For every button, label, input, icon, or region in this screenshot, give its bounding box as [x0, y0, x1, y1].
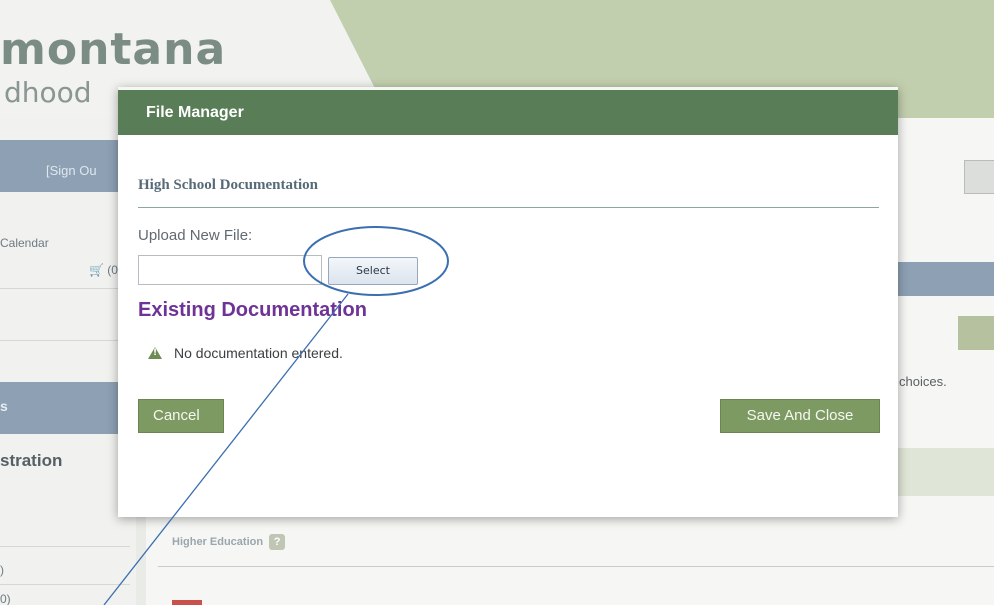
section-divider: [138, 207, 879, 208]
existing-documentation-heading: Existing Documentation: [138, 299, 367, 321]
sidebar-divider: [0, 340, 130, 341]
sidebar-heading: stration: [0, 451, 63, 470]
site-logo-subtitle: dhood: [4, 76, 92, 109]
main-section-bar: [898, 262, 994, 296]
file-path-input[interactable]: [138, 255, 322, 285]
empty-notice: No documentation entered.: [148, 345, 343, 361]
help-icon[interactable]: ?: [269, 534, 286, 550]
section-divider: [158, 566, 994, 567]
calendar-link[interactable]: Calendar: [0, 236, 49, 250]
sidebar-divider: [0, 584, 130, 585]
section-title: High School Documentation: [138, 177, 319, 193]
sidebar-divider: [0, 546, 130, 547]
dialog-title: File Manager: [146, 104, 244, 121]
dialog-titlebar: File Manager: [118, 87, 898, 135]
main-action-button[interactable]: [958, 316, 994, 350]
main-button[interactable]: [964, 160, 994, 194]
empty-notice-text: No documentation entered.: [174, 345, 343, 361]
red-marker: [172, 600, 202, 605]
upload-label: Upload New File:: [138, 227, 253, 244]
sign-out-link[interactable]: [Sign Ou: [46, 163, 97, 178]
sidebar-divider: [0, 288, 130, 289]
site-logo[interactable]: montana: [0, 24, 226, 75]
choices-text: choices.: [899, 374, 947, 389]
select-file-button[interactable]: Select: [328, 257, 418, 285]
warning-icon: [148, 347, 162, 359]
main-strip: [898, 448, 994, 496]
sidebar-count: 0): [0, 592, 11, 605]
cancel-button[interactable]: Cancel: [138, 399, 224, 433]
sidebar-band-label: s: [0, 398, 8, 414]
save-and-close-button[interactable]: Save And Close: [720, 399, 880, 433]
sidebar-count: ): [0, 563, 4, 577]
higher-education-label: Higher Education ?: [172, 534, 286, 550]
file-manager-dialog: File Manager High School Documentation U…: [118, 87, 898, 517]
sidebar-section-band: [0, 382, 130, 434]
cart-icon: 🛒: [89, 263, 104, 277]
higher-education-text: Higher Education: [172, 536, 264, 548]
